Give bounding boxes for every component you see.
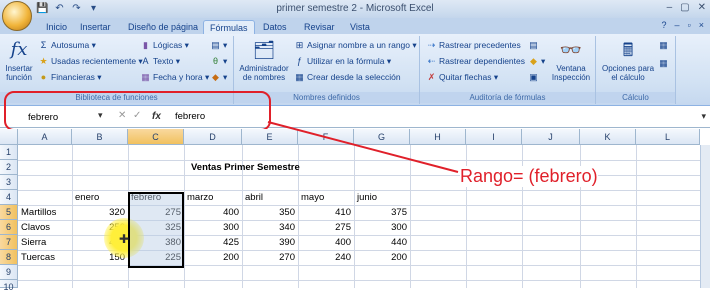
office-button[interactable] — [2, 1, 32, 31]
range-annotation: Rango= (febrero) — [460, 166, 598, 187]
annotation-arrow — [267, 121, 459, 173]
vertical-scrollbar[interactable] — [700, 145, 710, 288]
